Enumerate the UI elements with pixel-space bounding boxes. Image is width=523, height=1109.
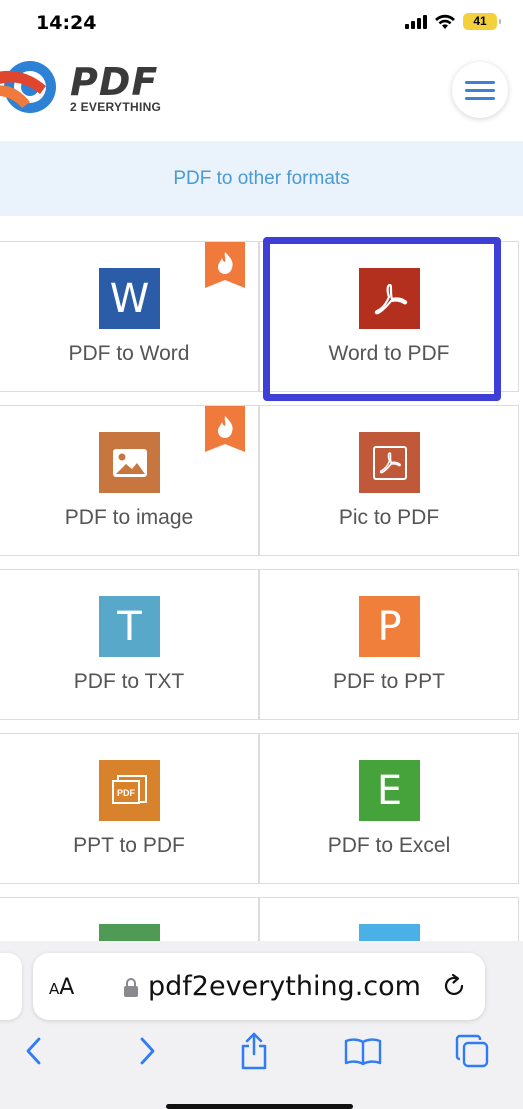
tool-label: Pic to PDF — [338, 506, 440, 529]
browser-nav-row — [0, 1029, 523, 1073]
logo-text[interactable]: PDF 2 EVERYTHING — [70, 60, 162, 114]
pic-pdf-icon — [359, 432, 420, 493]
tool-pdf-to-txt[interactable]: T PDF to TXT — [0, 569, 259, 720]
home-indicator — [166, 1104, 353, 1109]
address-bar[interactable]: AA pdf2everything.com — [33, 953, 485, 1020]
lock-icon — [124, 978, 138, 997]
ppt-icon: P — [359, 596, 420, 657]
tool-pic-to-pdf[interactable]: Pic to PDF — [259, 405, 519, 556]
tool-pdf-to-image[interactable]: PDF to image — [0, 405, 259, 556]
tabs-icon[interactable] — [450, 1029, 494, 1073]
ppt-pdf-icon: PDF — [99, 760, 160, 821]
tool-ppt-to-pdf[interactable]: PDF PPT to PDF — [0, 733, 259, 884]
tool-pdf-to-word[interactable]: W PDF to Word — [0, 241, 259, 392]
txt-icon: T — [99, 596, 160, 657]
site-header: PDF 2 EVERYTHING — [0, 44, 523, 140]
tool-label: PDF to TXT — [73, 670, 185, 693]
logo-icon[interactable] — [0, 56, 62, 118]
logo-title: PDF — [70, 60, 159, 104]
word-icon: W — [99, 268, 160, 329]
logo-subtitle: 2 EVERYTHING — [70, 100, 162, 114]
tool-pdf-to-excel[interactable]: E PDF to Excel — [259, 733, 519, 884]
bookmarks-icon[interactable] — [341, 1029, 385, 1073]
banner-text: PDF to other formats — [173, 167, 350, 189]
url-text[interactable]: pdf2everything.com — [148, 971, 421, 1002]
reload-icon[interactable] — [441, 973, 467, 999]
highlight-box — [263, 237, 501, 401]
tool-label: PDF to Excel — [327, 834, 451, 857]
status-icons: 41 — [405, 13, 501, 30]
hamburger-menu-icon[interactable] — [452, 62, 508, 118]
image-icon — [99, 432, 160, 493]
battery-icon: 41 — [463, 13, 501, 30]
back-icon[interactable] — [12, 1029, 56, 1073]
tool-label: PDF to PPT — [332, 670, 446, 693]
wifi-icon — [435, 14, 455, 29]
tool-label: PDF to Word — [68, 342, 190, 365]
browser-toolbar: AA pdf2everything.com — [0, 941, 523, 1109]
hot-badge-icon — [205, 406, 245, 452]
category-banner[interactable]: PDF to other formats — [0, 141, 523, 216]
cellular-signal-icon — [405, 14, 427, 29]
status-bar: 14:24 41 — [0, 0, 523, 44]
tool-label: PDF to image — [64, 506, 194, 529]
previous-tab-pill[interactable] — [0, 953, 22, 1020]
svg-text:PDF: PDF — [117, 788, 136, 798]
hot-badge-icon — [205, 242, 245, 288]
excel-icon: E — [359, 760, 420, 821]
tool-label: PPT to PDF — [73, 834, 185, 857]
text-size-button[interactable]: AA — [49, 975, 74, 1000]
tool-pdf-to-ppt[interactable]: P PDF to PPT — [259, 569, 519, 720]
status-time: 14:24 — [36, 12, 97, 34]
share-icon[interactable] — [232, 1029, 276, 1073]
forward-icon[interactable] — [125, 1029, 169, 1073]
